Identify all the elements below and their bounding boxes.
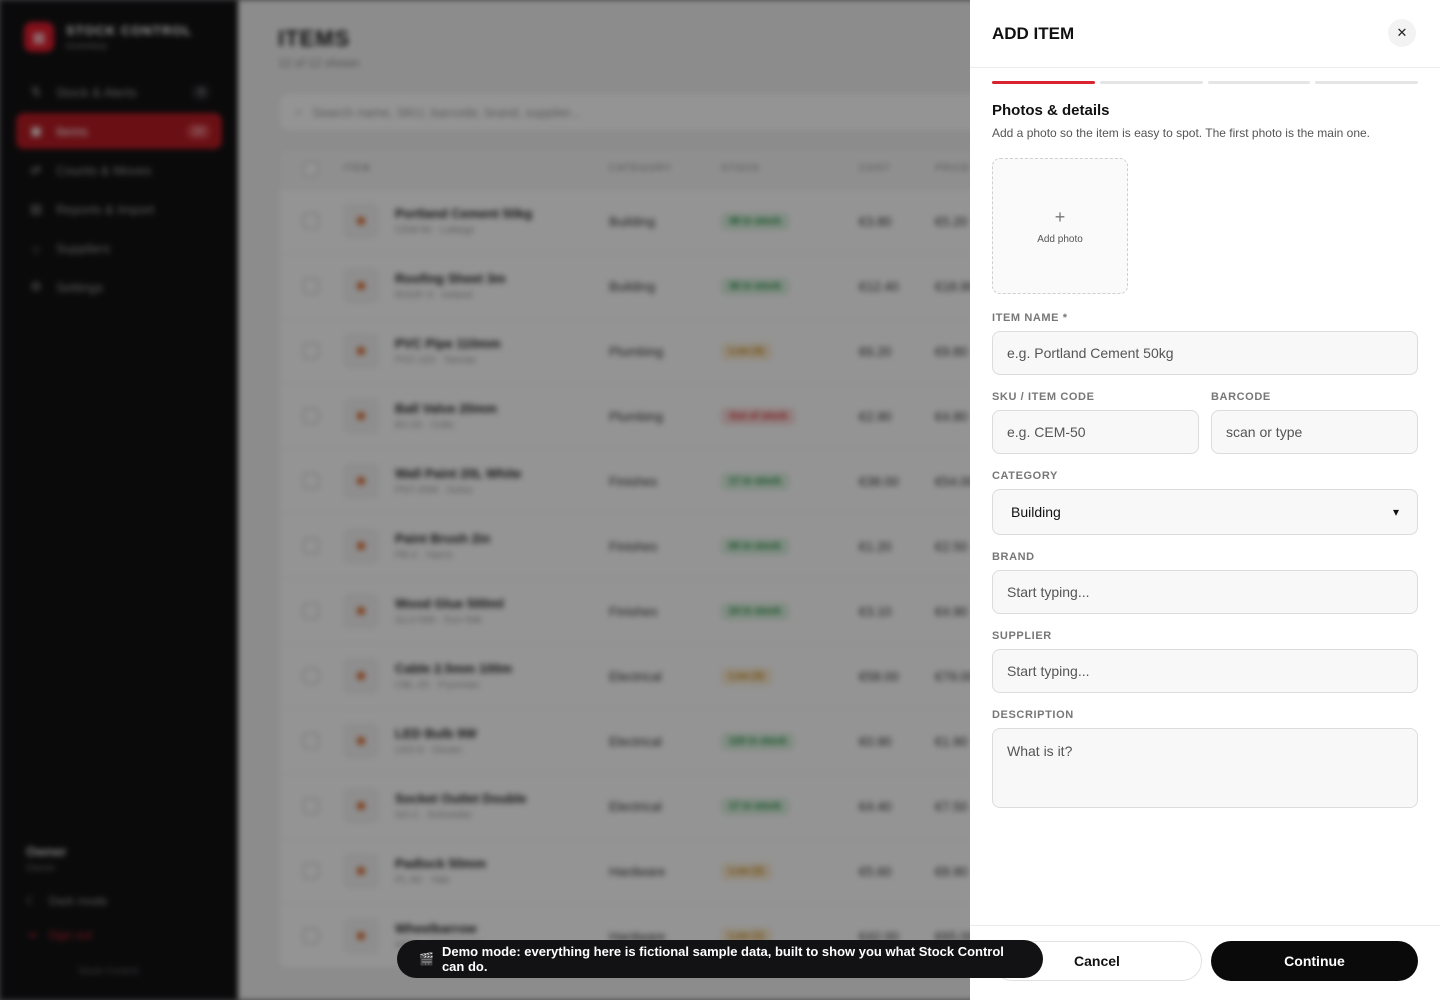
supplier-input[interactable]: [992, 649, 1418, 693]
description-textarea[interactable]: [992, 728, 1418, 808]
section-description: Add a photo so the item is easy to spot.…: [992, 126, 1370, 140]
clapperboard-icon: 🎬: [419, 952, 434, 966]
category-selected-value: Building: [1011, 504, 1061, 520]
sku-input[interactable]: [992, 410, 1199, 454]
description-label: DESCRIPTION: [992, 709, 1074, 721]
drawer-title: ADD ITEM: [992, 24, 1075, 43]
drawer-header: ADD ITEM ✕: [970, 0, 1440, 68]
brand-input[interactable]: [992, 570, 1418, 614]
chevron-down-icon: ▾: [1392, 505, 1399, 519]
step-progress: [992, 81, 1418, 84]
barcode-input[interactable]: [1211, 410, 1418, 454]
item-name-input[interactable]: [992, 331, 1418, 375]
sku-label: SKU / ITEM CODE: [992, 391, 1095, 403]
add-photo-label: Add photo: [1037, 233, 1083, 245]
supplier-label: SUPPLIER: [992, 630, 1052, 642]
close-icon: ✕: [1396, 25, 1408, 40]
section-title: Photos & details: [992, 102, 1110, 119]
demo-mode-text: Demo mode: everything here is fictional …: [441, 944, 1004, 974]
continue-button[interactable]: Continue: [1211, 941, 1418, 981]
category-select[interactable]: Building ▾: [992, 489, 1418, 535]
barcode-label: BARCODE: [1211, 391, 1271, 403]
step-indicator: [1099, 81, 1203, 84]
category-label: CATEGORY: [992, 470, 1058, 482]
add-item-drawer: ADD ITEM ✕ Photos & details Add a photo …: [970, 0, 1440, 1000]
plus-icon: +: [1054, 206, 1066, 227]
item-name-label: ITEM NAME *: [992, 312, 1068, 324]
close-button[interactable]: ✕: [1388, 19, 1416, 47]
demo-mode-toast: 🎬 Demo mode: everything here is fictiona…: [397, 940, 1043, 978]
step-indicator: [1315, 81, 1418, 84]
brand-label: BRAND: [992, 551, 1035, 563]
modal-overlay[interactable]: [0, 0, 970, 1000]
step-indicator: [1207, 81, 1311, 84]
step-indicator: [992, 81, 1095, 84]
add-photo-button[interactable]: + Add photo: [992, 158, 1128, 294]
